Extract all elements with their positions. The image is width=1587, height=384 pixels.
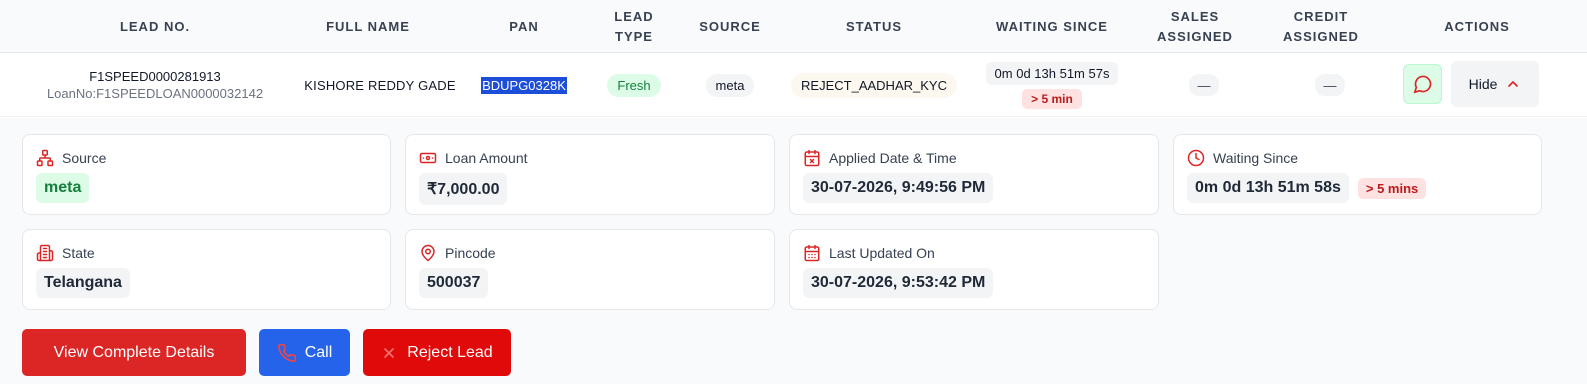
- header-sales-assigned: SALES ASSIGNED: [1157, 8, 1233, 44]
- building-icon: [36, 244, 54, 262]
- lead-number: F1SPEED0000281913: [89, 69, 221, 84]
- calendar-x-icon: [804, 149, 820, 167]
- source-cell: meta: [684, 53, 776, 117]
- clock-icon: [1187, 149, 1205, 167]
- header-actions: ACTIONS: [1444, 18, 1510, 34]
- last-updated-card: Last Updated On 30-07-2026, 9:53:42 PM: [789, 229, 1159, 310]
- header-credit-assigned: CREDIT ASSIGNED: [1283, 8, 1359, 44]
- source-badge: meta: [705, 73, 755, 97]
- applied-date-value: 30-07-2026, 9:49:56 PM: [803, 173, 994, 203]
- loan-number: LoanNo:F1SPEEDLOAN0000032142: [46, 86, 264, 101]
- loan-amount-value: ₹7,000.00: [419, 173, 508, 205]
- source-card: Source meta: [22, 134, 391, 215]
- waiting-since-badge: > 5 mins: [1357, 177, 1427, 199]
- last-updated-value: 30-07-2026, 9:53:42 PM: [803, 268, 994, 298]
- waiting-since-card: Waiting Since 0m 0d 13h 51m 58s > 5 mins: [1173, 134, 1542, 215]
- hide-label: Hide: [1468, 76, 1498, 92]
- credit-assigned-value: —: [1315, 74, 1345, 96]
- header-status: STATUS: [845, 18, 903, 34]
- loan-amount-card: Loan Amount ₹7,000.00: [405, 134, 775, 215]
- pan-cell: BDUPG0328K: [474, 53, 574, 117]
- header-lead-no: LEAD NO.: [119, 18, 191, 34]
- hide-button[interactable]: Hide: [1451, 61, 1539, 107]
- view-complete-details-button[interactable]: View Complete Details: [22, 329, 246, 376]
- state-value: Telangana: [36, 268, 130, 298]
- sales-assigned-cell: —: [1160, 53, 1248, 117]
- credit-assigned-cell: —: [1286, 53, 1374, 117]
- chat-button[interactable]: [1403, 64, 1442, 104]
- waiting-badge: > 5 min: [1022, 88, 1082, 109]
- lead-type-cell: Fresh: [594, 53, 674, 117]
- header-full-name: FULL NAME: [326, 18, 410, 34]
- header-lead-type: LEAD TYPE: [614, 8, 654, 44]
- calendar-icon: [804, 244, 820, 262]
- source-value: meta: [36, 173, 90, 203]
- map-pin-icon: [421, 244, 435, 262]
- state-card: State Telangana: [22, 229, 391, 310]
- reject-lead-button[interactable]: Reject Lead: [363, 329, 511, 376]
- lead-no-cell: F1SPEED0000281913 LoanNo:F1SPEEDLOAN0000…: [30, 53, 280, 117]
- waiting-since-cell: 0m 0d 13h 51m 57s > 5 min: [972, 53, 1132, 117]
- applied-date-card: Applied Date & Time 30-07-2026, 9:49:56 …: [789, 134, 1159, 215]
- pincode-card: Pincode 500037: [405, 229, 775, 310]
- chat-icon: [1413, 75, 1431, 94]
- header-waiting-since: WAITING SINCE: [996, 18, 1108, 34]
- pincode-value: 500037: [419, 268, 489, 298]
- full-name-cell: KISHORE REDDY GADE: [300, 53, 460, 117]
- sales-assigned-value: —: [1189, 74, 1219, 96]
- chevron-up-icon: [1508, 81, 1519, 87]
- close-icon: [384, 347, 395, 358]
- source-card-label: Source: [36, 149, 106, 167]
- call-button[interactable]: Call: [259, 329, 350, 376]
- table-header: LEAD NO. FULL NAME PAN LEAD TYPE SOURCE S…: [0, 0, 1587, 53]
- status-badge: REJECT_AADHAR_KYC: [791, 72, 957, 98]
- pan-value[interactable]: BDUPG0328K: [481, 76, 567, 94]
- sitemap-icon: [36, 149, 54, 167]
- status-cell: REJECT_AADHAR_KYC: [790, 53, 958, 117]
- full-name: KISHORE REDDY GADE: [304, 77, 456, 93]
- header-pan: PAN: [509, 18, 539, 34]
- waiting-time: 0m 0d 13h 51m 57s: [985, 61, 1119, 85]
- waiting-since-value: 0m 0d 13h 51m 58s: [1187, 173, 1349, 203]
- header-source: SOURCE: [699, 18, 761, 34]
- lead-type-badge: Fresh: [607, 73, 661, 97]
- phone-icon: [277, 343, 296, 362]
- table-row[interactable]: F1SPEED0000281913 LoanNo:F1SPEEDLOAN0000…: [0, 53, 1587, 117]
- banknote-icon: [419, 152, 437, 164]
